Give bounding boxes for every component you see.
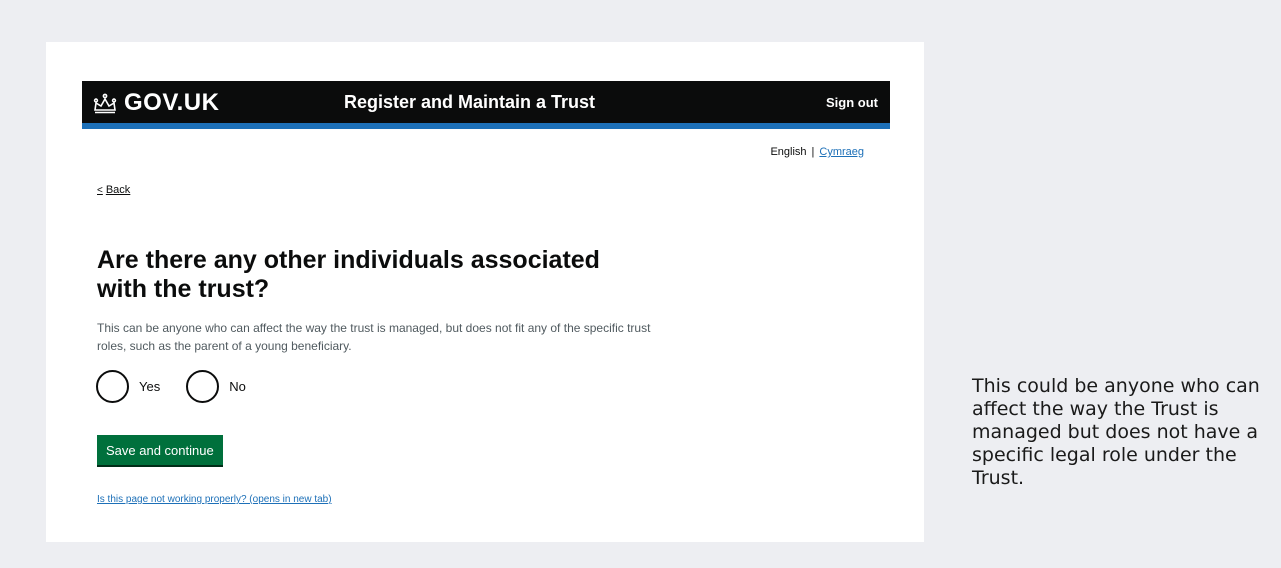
- header-stripe: [82, 123, 890, 129]
- language-separator: |: [811, 146, 815, 158]
- crown-icon: [93, 93, 117, 114]
- radio-group: Yes No: [96, 370, 246, 403]
- radio-yes-label: Yes: [139, 379, 161, 394]
- radio-no-label: No: [229, 379, 246, 394]
- report-problem-link[interactable]: Is this page not working properly? (open…: [97, 494, 332, 505]
- side-note: This could be anyone who can affect the …: [972, 375, 1260, 489]
- save-and-continue-button[interactable]: Save and continue: [97, 435, 223, 465]
- service-name[interactable]: Register and Maintain a Trust: [344, 92, 595, 113]
- back-chevron-icon: <: [97, 184, 103, 196]
- radio-option-yes[interactable]: Yes: [96, 370, 160, 403]
- page-title: Are there any other individuals associat…: [97, 246, 600, 303]
- back-link[interactable]: < Back: [97, 184, 130, 196]
- question-hint: This can be anyone who can affect the wa…: [97, 321, 651, 353]
- language-current: English: [770, 146, 807, 158]
- radio-no[interactable]: [186, 370, 220, 403]
- language-cymraeg-link[interactable]: Cymraeg: [819, 146, 864, 158]
- radio-yes[interactable]: [96, 370, 129, 403]
- govuk-header: GOV.UK Register and Maintain a Trust Sig…: [82, 81, 890, 129]
- sign-out-link[interactable]: Sign out: [826, 95, 878, 110]
- logo-text: GOV.UK: [124, 89, 220, 116]
- radio-option-no[interactable]: No: [186, 370, 246, 403]
- language-toggle: English | Cymraeg: [770, 146, 864, 158]
- screenshot-card: GOV.UK Register and Maintain a Trust Sig…: [46, 42, 924, 542]
- govuk-logo[interactable]: GOV.UK: [92, 89, 219, 117]
- back-label: Back: [105, 184, 131, 196]
